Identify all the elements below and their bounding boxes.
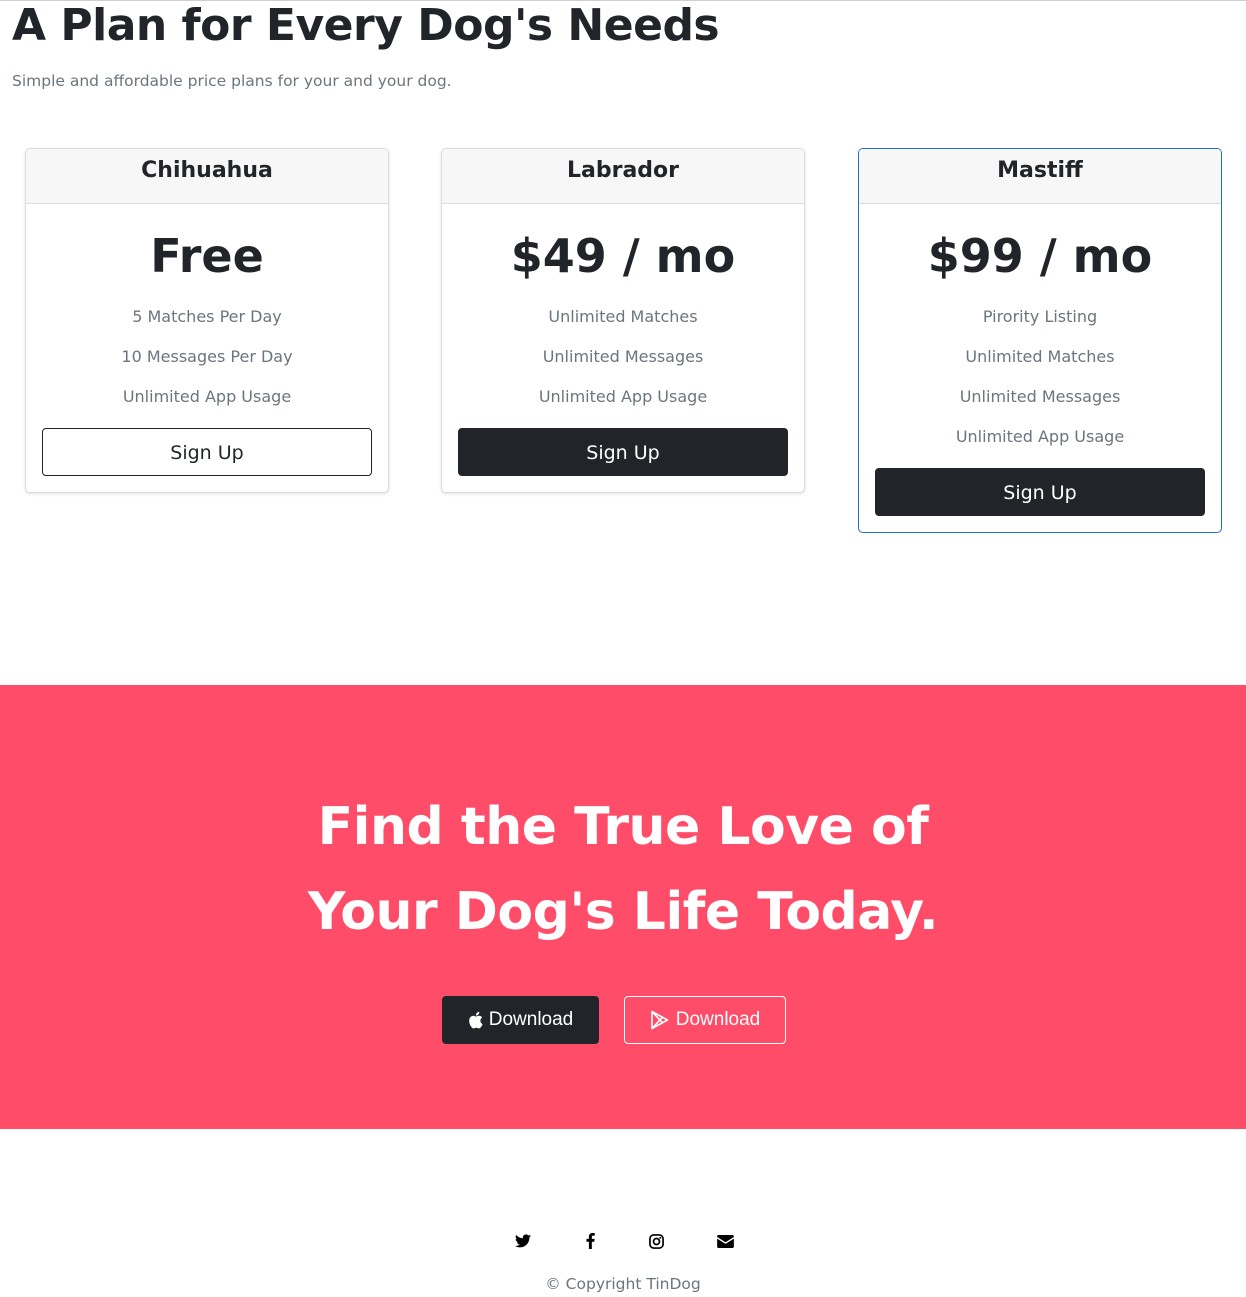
- feature-list: Pirority Listing Unlimited Matches Unlim…: [875, 297, 1205, 457]
- card-body: $49 / mo Unlimited Matches Unlimited Mes…: [442, 204, 804, 492]
- feature-item: Pirority Listing: [982, 307, 1098, 326]
- cta-heading-line: Your Dog's Life Today.: [307, 882, 939, 942]
- feature-item: Unlimited Messages: [542, 347, 704, 366]
- cta-heading-line: Find the True Love of: [317, 797, 929, 857]
- plan-name: Chihuahua: [26, 149, 388, 204]
- pricing-card-chihuahua: Chihuahua Free 5 Matches Per Day 10 Mess…: [25, 148, 389, 493]
- feature-item: Unlimited Matches: [548, 307, 698, 326]
- feature-item: Unlimited Messages: [959, 387, 1121, 406]
- feature-item: Unlimited App Usage: [538, 387, 708, 406]
- sign-up-button[interactable]: Sign Up: [42, 428, 372, 476]
- plan-price: Free: [150, 229, 264, 283]
- sign-up-button[interactable]: Sign Up: [875, 468, 1205, 516]
- google-play-download-label: Download: [675, 1009, 761, 1030]
- google-play-download-button[interactable]: Download: [624, 996, 786, 1044]
- feature-list: Unlimited Matches Unlimited Messages Unl…: [458, 297, 788, 417]
- envelope-icon[interactable]: [714, 1230, 736, 1252]
- sign-up-button[interactable]: Sign Up: [458, 428, 788, 476]
- feature-item: Unlimited Matches: [965, 347, 1115, 366]
- feature-item: 10 Messages Per Day: [121, 347, 293, 366]
- cta-heading: Find the True Love of Your Dog's Life To…: [0, 785, 1246, 955]
- pricing-subtitle: Simple and affordable price plans for yo…: [12, 72, 452, 90]
- facebook-icon[interactable]: [579, 1230, 601, 1252]
- plan-name: Labrador: [442, 149, 804, 204]
- feature-list: 5 Matches Per Day 10 Messages Per Day Un…: [42, 297, 372, 417]
- pricing-card-labrador: Labrador $49 / mo Unlimited Matches Unli…: [441, 148, 805, 493]
- plan-name: Mastiff: [859, 149, 1221, 204]
- card-body: $99 / mo Pirority Listing Unlimited Matc…: [859, 204, 1221, 532]
- apple-icon: [468, 1011, 483, 1029]
- pricing-card-mastiff: Mastiff $99 / mo Pirority Listing Unlimi…: [858, 148, 1222, 533]
- apple-download-label: Download: [488, 1009, 574, 1030]
- plan-price: $49 / mo: [510, 229, 736, 283]
- pricing-title: A Plan for Every Dog's Needs: [12, 0, 720, 51]
- cta-section: Find the True Love of Your Dog's Life To…: [0, 685, 1246, 1129]
- apple-download-button[interactable]: Download: [442, 996, 599, 1044]
- card-body: Free 5 Matches Per Day 10 Messages Per D…: [26, 204, 388, 492]
- plan-price: $99 / mo: [927, 229, 1153, 283]
- google-play-icon: [650, 1010, 670, 1030]
- twitter-icon[interactable]: [512, 1230, 534, 1252]
- pricing-section: A Plan for Every Dog's Needs Simple and …: [0, 0, 1246, 685]
- feature-item: Unlimited App Usage: [122, 387, 292, 406]
- feature-item: Unlimited App Usage: [955, 427, 1125, 446]
- copyright: © Copyright TinDog: [545, 1275, 701, 1293]
- instagram-icon[interactable]: [645, 1230, 667, 1252]
- feature-item: 5 Matches Per Day: [132, 307, 282, 326]
- footer: © Copyright TinDog: [0, 1129, 1246, 1297]
